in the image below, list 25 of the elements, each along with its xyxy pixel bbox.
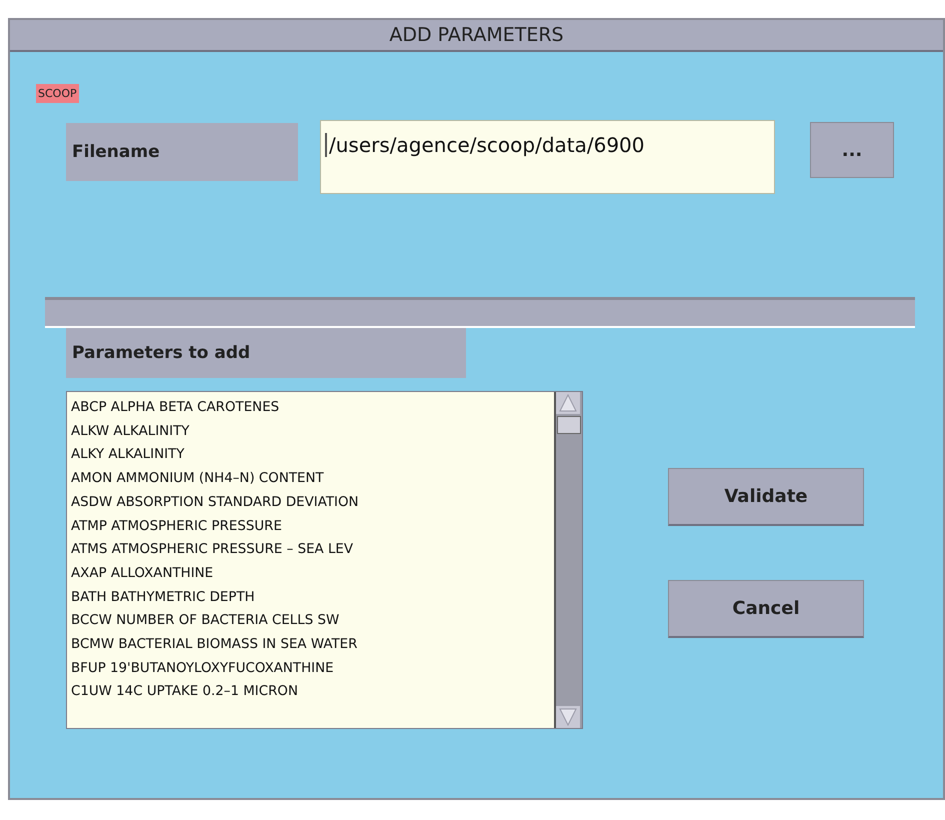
parameter-item[interactable]: ABCP ALPHA BETA CAROTENES bbox=[71, 396, 550, 420]
parameter-item[interactable]: AMON AMMONIUM (NH4–N) CONTENT bbox=[71, 467, 550, 491]
parameters-label: Parameters to add bbox=[66, 328, 466, 378]
parameter-item[interactable]: BCMW BACTERIAL BIOMASS IN SEA WATER bbox=[71, 633, 550, 657]
parameter-item[interactable]: ATMP ATMOSPHERIC PRESSURE bbox=[71, 514, 550, 538]
browse-button[interactable]: ... bbox=[810, 122, 894, 178]
parameter-item[interactable]: ALKW ALKALINITY bbox=[71, 420, 550, 444]
scoop-tag: SCOOP bbox=[36, 84, 79, 103]
filename-field[interactable]: /users/agence/scoop/data/6900 bbox=[320, 120, 775, 194]
window-title: ADD PARAMETERS bbox=[10, 20, 943, 52]
parameter-item[interactable]: ALKY ALKALINITY bbox=[71, 443, 550, 468]
scroll-thumb[interactable] bbox=[557, 416, 581, 434]
parameter-item[interactable]: ASDW ABSORPTION STANDARD DEVIATION bbox=[71, 490, 550, 515]
filename-label: Filename bbox=[66, 123, 298, 181]
scrollbar[interactable] bbox=[554, 392, 582, 728]
scroll-up-icon[interactable] bbox=[556, 392, 580, 414]
parameter-item[interactable]: BCCW NUMBER OF BACTERIA CELLS SW bbox=[71, 609, 550, 634]
parameter-item[interactable]: BATH BATHYMETRIC DEPTH bbox=[71, 586, 550, 610]
validate-button[interactable]: Validate bbox=[668, 468, 864, 526]
parameter-item[interactable]: ATMS ATMOSPHERIC PRESSURE – SEA LEV bbox=[71, 538, 550, 562]
scroll-down-icon[interactable] bbox=[556, 706, 580, 728]
parameter-item[interactable]: C1UW 14C UPTAKE 0.2–1 MICRON bbox=[71, 680, 550, 704]
parameter-item[interactable]: BFUP 19'BUTANOYLOXYFUCOXANTHINE bbox=[71, 656, 550, 680]
parameter-item[interactable]: AXAP ALLOXANTHINE bbox=[71, 562, 550, 586]
cancel-button[interactable]: Cancel bbox=[668, 580, 864, 638]
